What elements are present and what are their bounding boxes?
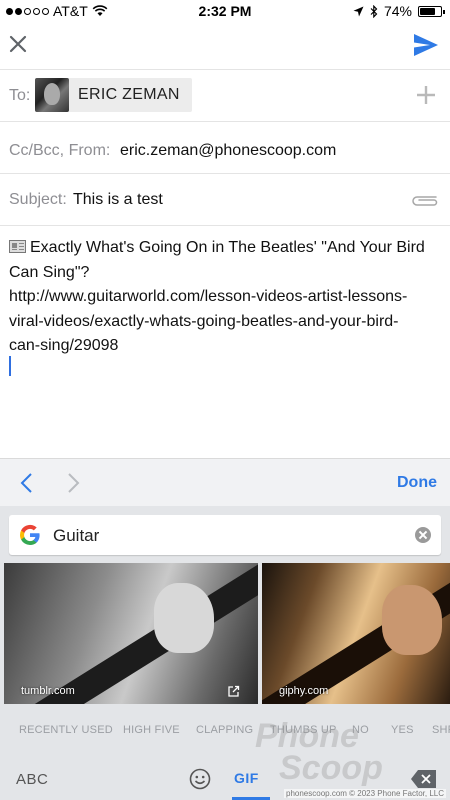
external-link-icon[interactable] — [227, 685, 240, 698]
status-bar: AT&T 2:32 PM 74% — [0, 0, 450, 22]
close-icon[interactable] — [6, 32, 30, 56]
gif-category-strip: RECENTLY USED HIGH FIVE CLAPPING THUMBS … — [0, 704, 450, 756]
body-line: http://www.guitarworld.com/lesson-videos… — [9, 288, 408, 305]
watermark-footer: phonescoop.com © 2023 Phone Factor, LLC — [284, 789, 446, 798]
backspace-icon[interactable] — [410, 769, 438, 789]
body-line: can-sing/29098 — [9, 337, 119, 354]
emoji-icon[interactable] — [189, 768, 211, 790]
category-more[interactable]: SHR — [432, 724, 450, 736]
message-body[interactable]: Exactly What's Going On in The Beatles' … — [9, 236, 441, 359]
subject-label: Subject: — [9, 191, 67, 208]
body-line: viral-videos/exactly-whats-going-beatles… — [9, 312, 399, 330]
attachment-icon[interactable] — [410, 192, 440, 208]
text-cursor — [9, 356, 11, 376]
chevron-left-icon[interactable] — [16, 471, 38, 495]
cc-from-label: Cc/Bcc, From: — [9, 142, 111, 159]
google-g-icon — [19, 524, 40, 545]
gif-search-input[interactable]: Guitar — [53, 526, 99, 546]
clear-search-icon[interactable] — [415, 527, 431, 543]
body-line: Can Sing"? — [9, 263, 90, 281]
category-no[interactable]: NO — [352, 724, 369, 736]
location-arrow-icon — [353, 6, 364, 16]
bluetooth-icon — [370, 4, 378, 18]
gif-source-label: giphy.com — [279, 685, 329, 697]
avatar — [35, 78, 69, 112]
gif-result[interactable]: giphy.com — [262, 563, 450, 704]
gif-tab[interactable]: GIF — [234, 770, 259, 786]
recipient-name: ERIC ZEMAN — [78, 86, 180, 103]
add-recipient-icon[interactable] — [414, 83, 438, 107]
category-thumbs-up[interactable]: THUMBS UP — [270, 724, 337, 736]
done-button[interactable]: Done — [397, 474, 437, 492]
subject-row[interactable]: Subject: This is a test — [0, 174, 450, 226]
compose-toolbar — [0, 22, 450, 70]
subject-field[interactable]: This is a test — [73, 191, 163, 209]
category-clapping[interactable]: CLAPPING — [196, 724, 253, 736]
newspaper-icon — [9, 240, 26, 253]
keyboard-nav-bar: Done — [0, 458, 450, 506]
recipient-chip[interactable]: ERIC ZEMAN — [35, 78, 192, 112]
category-high-five[interactable]: HIGH FIVE — [123, 724, 180, 736]
gif-keyboard: Guitar tumblr.com giphy.com RECENTLY USE… — [0, 506, 450, 800]
abc-button[interactable]: ABC — [16, 771, 48, 788]
gif-search-bar[interactable]: Guitar — [9, 515, 441, 555]
category-recently-used[interactable]: RECENTLY USED — [19, 724, 113, 736]
to-row[interactable]: To: ERIC ZEMAN — [0, 70, 450, 122]
category-yes[interactable]: YES — [391, 724, 414, 736]
from-address[interactable]: eric.zeman@phonescoop.com — [120, 142, 336, 160]
chevron-right-icon[interactable] — [62, 471, 84, 495]
send-icon[interactable] — [412, 32, 440, 58]
battery-percent: 74% — [383, 3, 412, 19]
gif-source-label: tumblr.com — [21, 685, 75, 697]
battery-icon — [418, 5, 445, 17]
gif-result[interactable]: tumblr.com — [4, 563, 258, 704]
body-line: Exactly What's Going On in The Beatles' … — [9, 236, 441, 261]
to-label: To: — [9, 87, 31, 104]
cc-from-row[interactable]: Cc/Bcc, From: eric.zeman@phonescoop.com — [0, 122, 450, 174]
